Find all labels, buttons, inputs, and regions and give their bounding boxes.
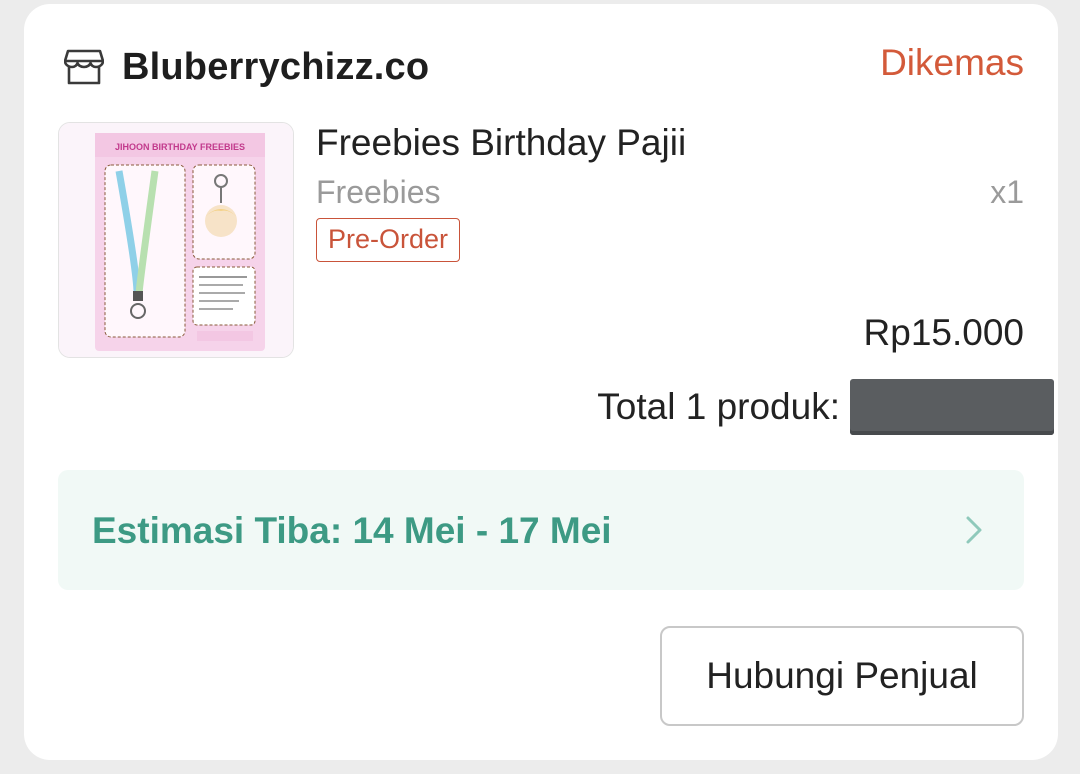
product-name[interactable]: Freebies Birthday Pajii [316, 122, 686, 164]
estimated-arrival-row[interactable]: Estimasi Tiba: 14 Mei - 17 Mei [58, 470, 1024, 590]
product-variant: Freebies [316, 174, 441, 210]
product-thumbnail[interactable]: JIHOON BIRTHDAY FREEBIES [58, 122, 294, 358]
order-total: Total 1 produk: [597, 378, 1054, 436]
estimated-arrival-text: Estimasi Tiba: 14 Mei - 17 Mei [92, 510, 612, 551]
pre-order-badge: Pre-Order [316, 218, 461, 262]
total-label: Total 1 produk: [597, 386, 840, 427]
shop-name[interactable]: Bluberrychizz.co [122, 46, 429, 89]
store-icon [64, 47, 104, 87]
contact-seller-button[interactable]: Hubungi Penjual [660, 626, 1024, 726]
total-value-redacted [850, 379, 1054, 435]
order-card[interactable]: Bluberrychizz.co Dikemas JIHOON BIRTHDAY… [24, 4, 1058, 760]
thumbnail-title: JIHOON BIRTHDAY FREEBIES [115, 142, 245, 152]
order-status: Dikemas [880, 42, 1024, 83]
chevron-right-icon [962, 512, 986, 548]
shop-header[interactable]: Bluberrychizz.co [64, 42, 429, 92]
product-quantity: x1 [990, 174, 1024, 210]
product-price: Rp15.000 [863, 312, 1024, 353]
